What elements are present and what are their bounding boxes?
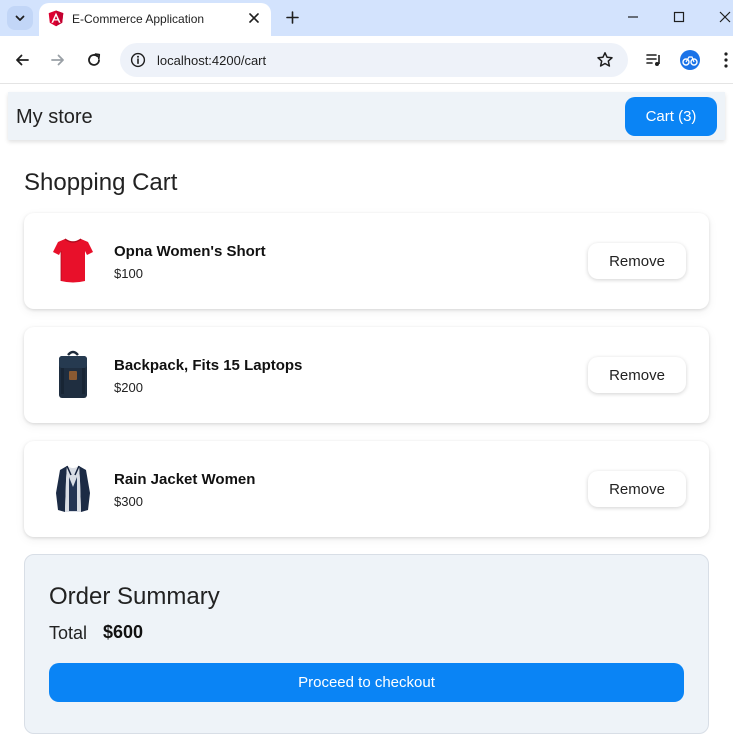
url-text[interactable]: localhost:4200/cart <box>157 53 266 68</box>
profile-avatar-button[interactable] <box>680 50 700 70</box>
close-window-icon <box>719 11 731 23</box>
more-vertical-icon <box>724 52 728 68</box>
forward-button[interactable] <box>47 49 69 71</box>
red-tshirt-icon <box>53 238 93 283</box>
item-name: Rain Jacket Women <box>114 471 256 488</box>
media-playlist-icon <box>646 54 660 66</box>
item-name: Opna Women's Short <box>114 243 266 260</box>
store-brand[interactable]: My store <box>16 106 93 129</box>
browser-tab[interactable]: E-Commerce Application <box>39 3 271 36</box>
profile-avatar-icon <box>682 56 698 66</box>
more-menu-button[interactable] <box>715 49 733 71</box>
close-window-button[interactable] <box>714 6 733 28</box>
remove-button[interactable]: Remove <box>588 471 686 507</box>
navy-jacket-icon <box>56 465 90 512</box>
chevron-down-icon <box>15 15 25 21</box>
minimize-icon <box>628 16 638 18</box>
angular-favicon-icon <box>48 10 64 27</box>
total-value: $600 <box>103 622 144 642</box>
minimize-button[interactable] <box>622 6 644 28</box>
maximize-icon <box>673 11 685 23</box>
page-content: My store Cart (3) Shopping Cart Opna Wom… <box>0 85 733 734</box>
back-arrow-icon <box>16 54 29 66</box>
remove-button[interactable]: Remove <box>588 243 686 279</box>
item-name: Backpack, Fits 15 Laptops <box>114 357 303 374</box>
tab-title: E-Commerce Application <box>72 12 205 26</box>
cart-item: Backpack, Fits 15 Laptops $200 Remove <box>24 327 709 423</box>
item-price: $300 <box>114 494 143 509</box>
store-navbar: My store Cart (3) <box>8 92 725 140</box>
cart-item: Opna Women's Short $100 Remove <box>24 213 709 309</box>
checkout-button[interactable]: Proceed to checkout <box>49 663 684 702</box>
forward-arrow-icon <box>51 54 64 66</box>
address-bar[interactable]: localhost:4200/cart <box>120 43 628 77</box>
tab-close-button[interactable] <box>246 10 262 26</box>
maximize-button[interactable] <box>668 6 690 28</box>
order-summary-panel: Order Summary Total $600 Proceed to chec… <box>24 554 709 734</box>
media-button[interactable] <box>643 49 665 71</box>
order-summary-title: Order Summary <box>49 583 220 610</box>
plus-icon <box>285 10 299 24</box>
reload-icon <box>88 53 101 66</box>
total-label: Total <box>49 623 88 643</box>
close-icon <box>249 13 259 23</box>
browser-toolbar: localhost:4200/cart <box>0 36 733 84</box>
tab-search-button[interactable] <box>7 6 33 30</box>
reload-button[interactable] <box>83 49 105 71</box>
item-price: $100 <box>114 266 143 281</box>
browser-tabstrip: E-Commerce Application <box>0 0 733 36</box>
back-button[interactable] <box>11 49 33 71</box>
cart-item: Rain Jacket Women $300 Remove <box>24 441 709 537</box>
navy-backpack-icon <box>59 350 87 398</box>
page-title: Shopping Cart <box>24 169 178 196</box>
item-price: $200 <box>114 380 143 395</box>
cart-button[interactable]: Cart (3) <box>625 97 717 136</box>
new-tab-button[interactable] <box>283 8 301 26</box>
info-icon[interactable] <box>130 52 146 68</box>
star-icon[interactable] <box>596 51 614 69</box>
remove-button[interactable]: Remove <box>588 357 686 393</box>
